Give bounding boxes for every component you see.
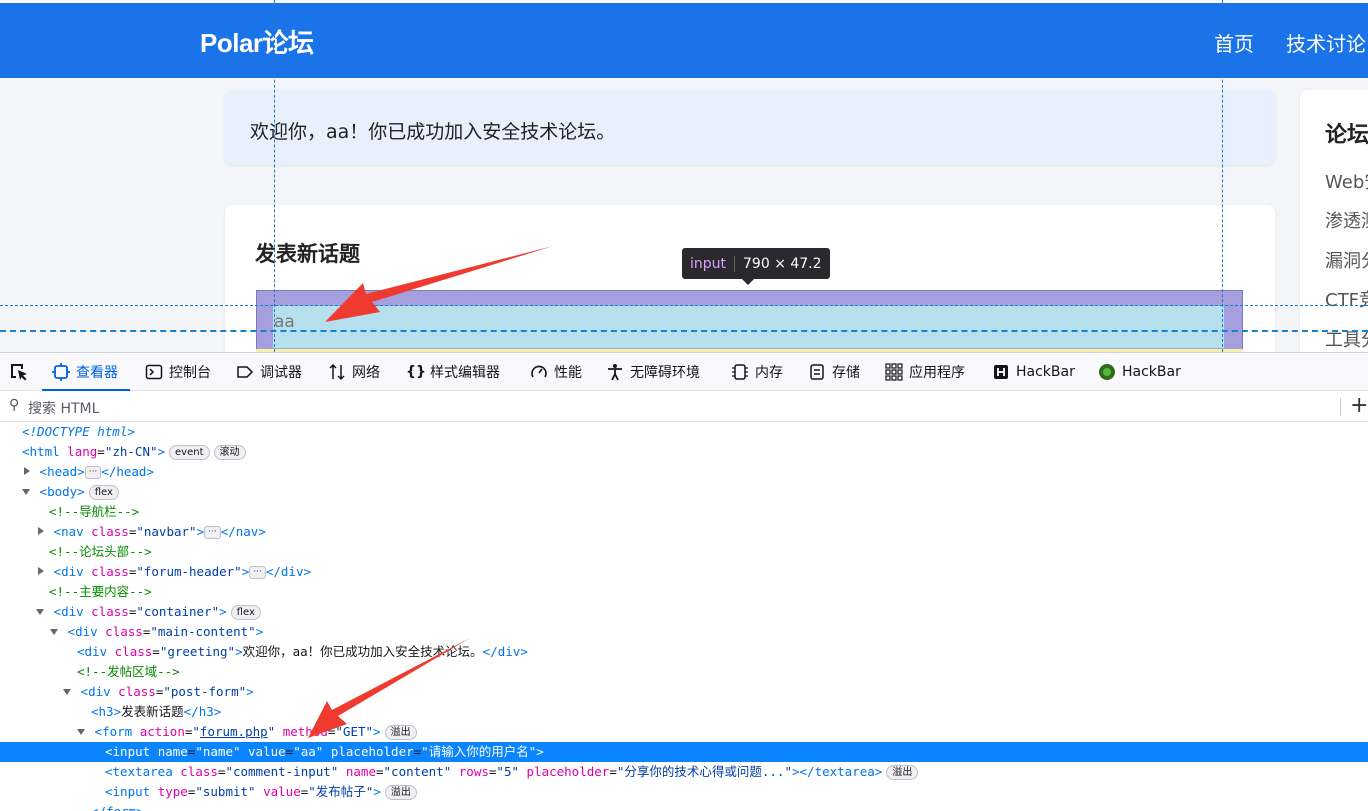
tree-row-comment[interactable]: <!--导航栏--> <box>0 502 1368 522</box>
tab-style-editor[interactable]: {} 样式编辑器 <box>406 361 500 383</box>
tree-row-submit[interactable]: <input type="submit" value="发布帖子"> 溢出 <box>0 782 1368 802</box>
search-input[interactable]: 搜索 HTML <box>28 398 99 418</box>
post-form-title: 发表新话题 <box>255 242 360 266</box>
element-picker-icon[interactable] <box>8 361 30 383</box>
tab-accessibility[interactable]: 无障碍环境 <box>606 361 700 383</box>
guide-top <box>0 305 1368 306</box>
tree-row-h3[interactable]: <h3>发表新话题</h3> <box>0 702 1368 722</box>
hackbar-icon <box>994 365 1008 379</box>
tab-label: HackBar <box>1016 364 1075 380</box>
storage-icon <box>810 364 824 380</box>
tab-label: 性能 <box>554 365 582 381</box>
tab-hackbar[interactable]: HackBar <box>992 361 1075 383</box>
memory-icon <box>732 364 748 380</box>
tab-label: 样式编辑器 <box>430 365 500 381</box>
tree-row-input-selected[interactable]: <input name="name" value="aa" placeholde… <box>0 742 1368 762</box>
flex-badge[interactable]: flex <box>230 605 261 620</box>
page-viewport: Polar论坛 首页 技术讨论 欢迎你，aa！你已成功加入安全技术论坛。 发表新… <box>0 0 1368 352</box>
devtools-panel: 查看器 控制台 调试器 网络 {} 样式编辑器 性能 无障碍环境 内存 存储 应… <box>0 352 1368 811</box>
tab-hackbar-2[interactable]: HackBar <box>1098 361 1181 383</box>
tooltip-arrow <box>742 279 754 285</box>
tree-row-textarea[interactable]: <textarea class="comment-input" name="co… <box>0 762 1368 782</box>
search-icon: ⚲ <box>9 397 20 413</box>
tree-row-comment[interactable]: <!--发帖区域--> <box>0 662 1368 682</box>
sidebar-title: 论坛 <box>1325 123 1368 148</box>
tree-row-container[interactable]: <div class="container"> flex <box>0 602 1368 622</box>
tab-application[interactable]: 应用程序 <box>885 361 965 383</box>
scroll-badge[interactable]: 滚动 <box>213 445 246 460</box>
tab-label: 应用程序 <box>909 365 965 381</box>
tab-console[interactable]: 控制台 <box>145 361 211 383</box>
tab-performance[interactable]: 性能 <box>530 361 582 383</box>
tree-row-forum-header[interactable]: <div class="forum-header"> ··· </div> <box>0 562 1368 582</box>
overflow-badge[interactable]: 溢出 <box>886 765 919 780</box>
style-editor-icon: {} <box>406 364 426 380</box>
brand-logo[interactable]: Polar论坛 <box>200 23 314 60</box>
sidebar-item[interactable]: CTF竞 <box>1325 286 1368 312</box>
html-tree: <!DOCTYPE html> <html lang="zh-CN"> event… <box>0 422 1368 811</box>
tree-row-form[interactable]: <form action="forum.php" method="GET"> 溢出 <box>0 722 1368 742</box>
tree-row-doctype[interactable]: <!DOCTYPE html> <box>0 422 1368 442</box>
overflow-badge[interactable]: 溢出 <box>384 725 417 740</box>
greeting-text: 欢迎你，aa！你已成功加入安全技术论坛。 <box>250 121 616 143</box>
hackbar-green-icon <box>1099 364 1115 380</box>
flex-badge[interactable]: flex <box>88 485 119 500</box>
tab-label: 查看器 <box>76 365 118 381</box>
separator <box>1340 398 1341 416</box>
tab-network[interactable]: 网络 <box>328 361 380 383</box>
tree-row-html[interactable]: <html lang="zh-CN"> event 滚动 <box>0 442 1368 462</box>
accessibility-icon <box>608 364 622 381</box>
tree-row-head[interactable]: <head> ··· </head> <box>0 462 1368 482</box>
tab-label: 网络 <box>352 365 380 381</box>
tree-row-comment[interactable]: <!--主要内容--> <box>0 582 1368 602</box>
sidebar-item[interactable]: 渗透测 <box>1325 207 1368 233</box>
greeting-banner: 欢迎你，aa！你已成功加入安全技术论坛。 <box>225 90 1275 165</box>
application-icon <box>885 363 903 381</box>
guide-left <box>274 0 275 352</box>
active-tab-indicator <box>42 389 130 391</box>
tree-row-nav[interactable]: <nav class="navbar"> ··· </nav> <box>0 522 1368 542</box>
tab-label: 控制台 <box>169 365 211 381</box>
html-search-bar[interactable]: ⚲ 搜索 HTML + <box>0 392 1368 422</box>
screen: Polar论坛 首页 技术讨论 欢迎你，aa！你已成功加入安全技术论坛。 发表新… <box>0 0 1368 811</box>
performance-icon <box>531 365 547 378</box>
console-icon <box>145 364 163 380</box>
name-input-value: aa <box>274 312 295 332</box>
tab-debugger[interactable]: 调试器 <box>236 361 302 383</box>
tree-row-comment[interactable]: <!--论坛头部--> <box>0 542 1368 562</box>
tooltip-size: 790 × 47.2 <box>743 255 822 272</box>
tab-label: 调试器 <box>260 365 302 381</box>
tab-label: HackBar <box>1122 364 1181 380</box>
tab-label: 无障碍环境 <box>630 365 700 381</box>
guide-right <box>1222 0 1223 352</box>
guide-bottom <box>0 330 1368 332</box>
navbar: Polar论坛 首页 技术讨论 <box>0 3 1368 78</box>
overflow-badge[interactable]: 溢出 <box>384 785 417 800</box>
tree-row-form-close[interactable]: </form> <box>0 802 1368 811</box>
name-input[interactable]: aa <box>273 306 1224 348</box>
network-icon <box>329 363 345 381</box>
inspector-icon <box>52 363 70 381</box>
devtools-toolbar: 查看器 控制台 调试器 网络 {} 样式编辑器 性能 无障碍环境 内存 存储 应… <box>0 353 1368 391</box>
debugger-icon <box>237 366 254 378</box>
tab-label: 存储 <box>832 365 860 381</box>
tooltip-tag: input <box>690 255 736 272</box>
sidebar-item[interactable]: Web安 <box>1325 168 1368 194</box>
nav-link-tech[interactable]: 技术讨论 <box>1286 28 1366 57</box>
nav-link-home[interactable]: 首页 <box>1214 28 1254 57</box>
tree-row-greeting[interactable]: <div class="greeting">欢迎你，aa！你已成功加入安全技术论… <box>0 642 1368 662</box>
event-badge[interactable]: event <box>169 445 210 460</box>
add-node-icon[interactable]: + <box>1350 393 1368 418</box>
tree-row-main-content[interactable]: <div class="main-content"> <box>0 622 1368 642</box>
tab-memory[interactable]: 内存 <box>731 361 783 383</box>
tab-storage[interactable]: 存储 <box>808 361 860 383</box>
element-tooltip: input 790 × 47.2 <box>682 248 830 285</box>
tree-row-body[interactable]: <body> flex <box>0 482 1368 502</box>
sidebar-item[interactable]: 漏洞分 <box>1325 247 1368 273</box>
tab-label: 内存 <box>755 365 783 381</box>
sidebar: 论坛 Web安 渗透测 漏洞分 CTF竞 工具分 <box>1300 90 1368 352</box>
tree-row-post-form[interactable]: <div class="post-form"> <box>0 682 1368 702</box>
tab-inspector[interactable]: 查看器 <box>52 361 118 383</box>
